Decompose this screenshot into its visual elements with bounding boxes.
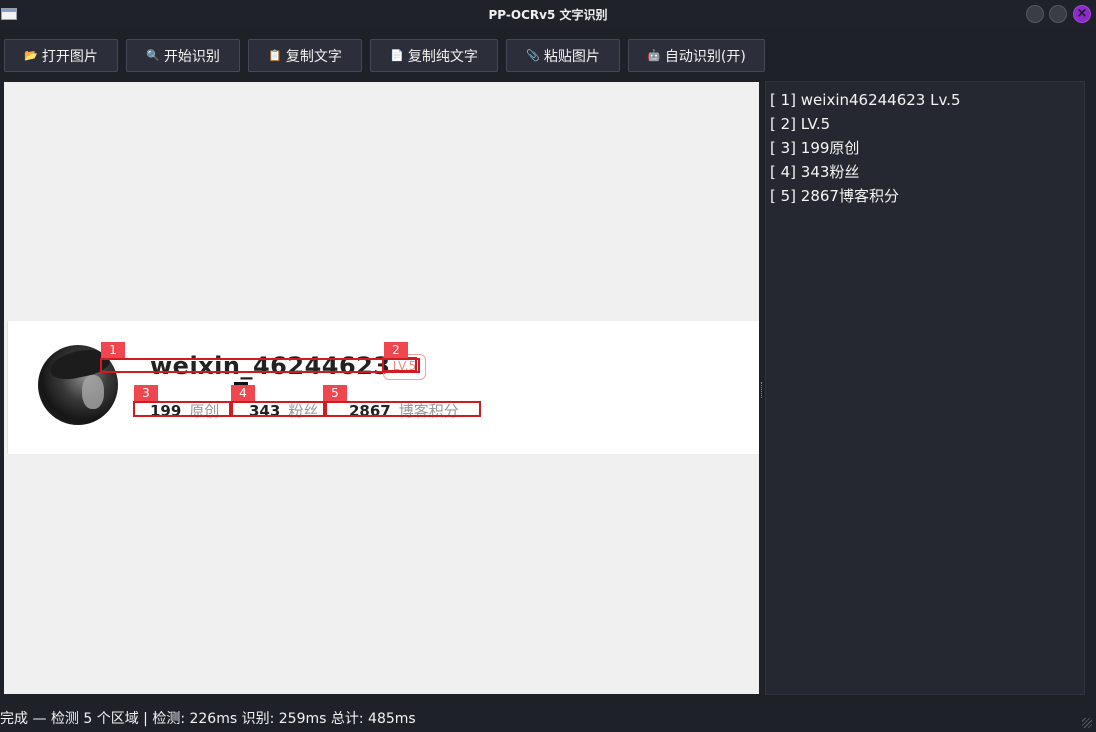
detection-box-label: 2 <box>384 342 408 358</box>
magnifier-icon: 🔍 <box>146 49 160 62</box>
close-icon: × <box>1076 6 1088 21</box>
result-line: [ 3] 199原创 <box>770 139 860 157</box>
splitter-handle[interactable] <box>761 382 764 398</box>
detection-box-label: 3 <box>134 385 158 401</box>
auto-recognition-label: 自动识别(开) <box>664 48 746 65</box>
result-line: [ 5] 2867博客积分 <box>770 187 899 205</box>
resize-grip-icon[interactable] <box>1082 718 1092 728</box>
close-button[interactable]: × <box>1073 5 1091 23</box>
document-icon: 📄 <box>390 49 404 62</box>
paste-image-button[interactable]: 📎 粘贴图片 <box>506 39 620 72</box>
maximize-button[interactable] <box>1049 5 1067 23</box>
paperclip-icon: 📎 <box>526 49 540 62</box>
profile-card-image: weixin_46244623 LV.5 199 原创 343 粉丝 2867 博客积… <box>7 321 759 454</box>
detection-box-label: 5 <box>323 385 347 401</box>
result-line: [ 2] LV.5 <box>770 115 831 133</box>
detection-box <box>231 401 325 417</box>
result-line: [ 1] weixin46244623 Lv.5 <box>770 91 961 109</box>
title-bar: PP-OCRv5 文字识别 × <box>0 0 1096 28</box>
start-recognition-button[interactable]: 🔍 开始识别 <box>126 39 240 72</box>
folder-open-icon: 📂 <box>24 49 38 62</box>
result-line: [ 4] 343粉丝 <box>770 163 860 181</box>
robot-icon: 🤖 <box>647 49 661 62</box>
open-image-button[interactable]: 📂 打开图片 <box>4 39 118 72</box>
detection-box-label: 4 <box>231 385 255 401</box>
auto-recognition-toggle[interactable]: 🤖 自动识别(开) <box>628 39 765 72</box>
detection-box <box>100 358 420 373</box>
paste-image-label: 粘贴图片 <box>543 48 600 65</box>
detection-box <box>133 401 231 417</box>
detection-box <box>325 401 481 417</box>
start-recognition-label: 开始识别 <box>163 48 220 65</box>
image-preview-panel[interactable]: weixin_46244623 LV.5 199 原创 343 粉丝 2867 博客积… <box>4 82 759 694</box>
detection-box <box>382 357 417 372</box>
copy-text-label: 复制文字 <box>285 48 342 65</box>
toolbar: 📂 打开图片 🔍 开始识别 📋 复制文字 📄 复制纯文字 📎 粘贴图片 🤖 自动… <box>0 32 1096 82</box>
status-text: 完成 — 检测 5 个区域 | 检测: 226ms 识别: 259ms 总计: … <box>0 711 416 727</box>
window-title: PP-OCRv5 文字识别 <box>488 8 608 22</box>
clipboard-icon: 📋 <box>268 49 282 62</box>
minimize-button[interactable] <box>1026 5 1044 23</box>
copy-plain-text-label: 复制纯文字 <box>407 48 478 65</box>
open-image-label: 打开图片 <box>41 48 98 65</box>
copy-text-button[interactable]: 📋 复制文字 <box>248 39 362 72</box>
detection-box-label: 1 <box>101 342 125 358</box>
ocr-results-textbox[interactable]: [ 1] weixin46244623 Lv.5 [ 2] LV.5 [ 3] … <box>765 81 1085 695</box>
avatar-face <box>82 375 104 409</box>
copy-plain-text-button[interactable]: 📄 复制纯文字 <box>370 39 498 72</box>
